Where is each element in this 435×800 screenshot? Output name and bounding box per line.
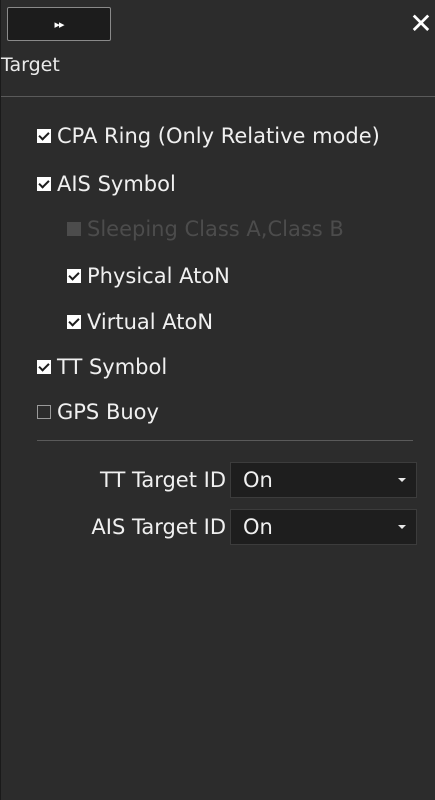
checkbox-checked-icon: [37, 177, 51, 191]
gps-buoy-label: GPS Buoy: [57, 400, 159, 424]
target-settings-panel: ▸▸ ✕ Target CPA Ring (Only Relative mode…: [0, 0, 435, 800]
ais-target-id-label: AIS Target ID: [91, 515, 226, 539]
collapse-panel-button[interactable]: ▸▸: [7, 7, 111, 41]
tt-symbol-label: TT Symbol: [57, 355, 168, 379]
ais-symbol-label: AIS Symbol: [57, 172, 176, 196]
tt-symbol-checkbox[interactable]: TT Symbol: [37, 355, 167, 379]
physical-aton-label: Physical AtoN: [87, 264, 230, 288]
checkbox-unchecked-icon: [37, 405, 51, 419]
checkbox-checked-icon: [37, 129, 51, 143]
ais-symbol-checkbox[interactable]: AIS Symbol: [37, 172, 176, 196]
cpa-ring-checkbox[interactable]: CPA Ring (Only Relative mode): [37, 124, 380, 148]
panel-title: Target: [1, 54, 60, 76]
tt-target-id-row: TT Target ID On: [1, 462, 435, 498]
title-divider: [1, 96, 435, 97]
double-chevron-right-icon: ▸▸: [54, 17, 64, 31]
sleeping-class-label: Sleeping Class A,Class B: [87, 217, 344, 241]
ais-target-id-value: On: [243, 515, 273, 539]
checkbox-checked-icon: [37, 360, 51, 374]
checkbox-disabled-icon: [67, 222, 81, 236]
dropdown-arrow-icon: [398, 525, 406, 529]
tt-target-id-value: On: [243, 468, 273, 492]
physical-aton-checkbox[interactable]: Physical AtoN: [67, 264, 230, 288]
tt-target-id-select[interactable]: On: [230, 462, 417, 498]
panel-toolbar: ▸▸ ✕: [1, 0, 435, 46]
ais-target-id-select[interactable]: On: [230, 509, 417, 545]
section-divider: [37, 440, 413, 441]
virtual-aton-label: Virtual AtoN: [87, 310, 214, 334]
close-icon: ✕: [409, 7, 433, 40]
gps-buoy-checkbox[interactable]: GPS Buoy: [37, 400, 159, 424]
tt-target-id-label: TT Target ID: [100, 468, 226, 492]
cpa-ring-label: CPA Ring (Only Relative mode): [57, 124, 380, 148]
ais-target-id-row: AIS Target ID On: [1, 509, 435, 545]
checkbox-checked-icon: [67, 269, 81, 283]
sleeping-class-checkbox: Sleeping Class A,Class B: [67, 217, 344, 241]
dropdown-arrow-icon: [398, 478, 406, 482]
checkbox-checked-icon: [67, 315, 81, 329]
close-button[interactable]: ✕: [406, 6, 435, 42]
virtual-aton-checkbox[interactable]: Virtual AtoN: [67, 310, 213, 334]
